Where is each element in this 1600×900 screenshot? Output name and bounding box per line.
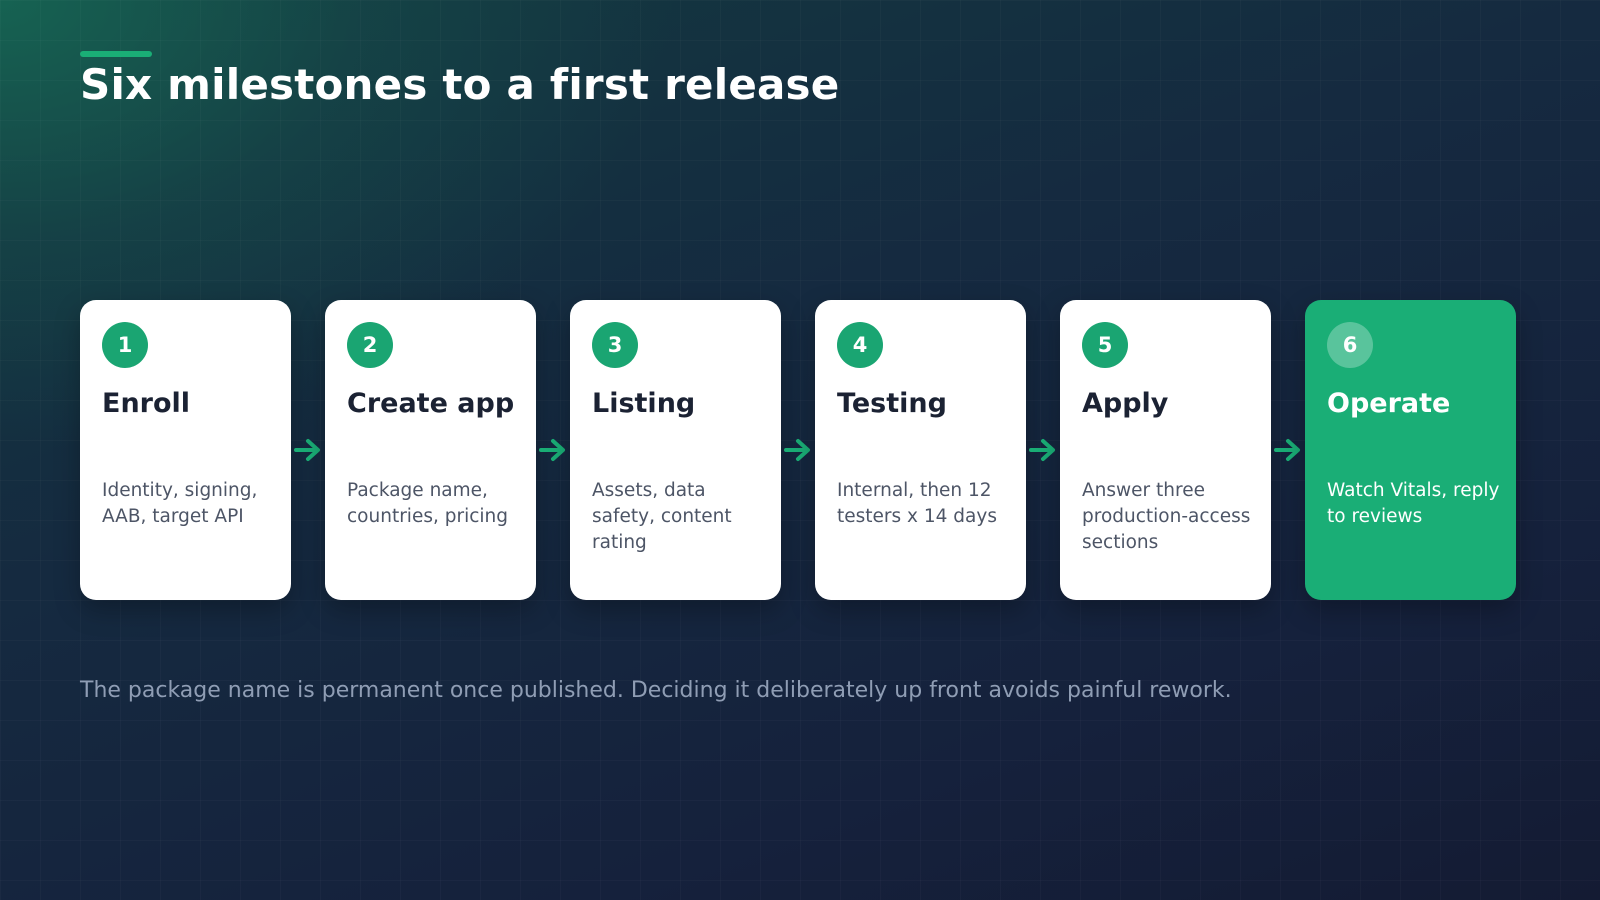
step-card-operate: 6 Operate Watch Vitals, reply to reviews (1305, 300, 1516, 600)
step-description: Package name, countries, pricing (347, 480, 508, 527)
step-card-enroll: 1 Enroll Identity, signing, AAB, target … (80, 300, 291, 600)
step-number-badge: 4 (837, 322, 883, 368)
step-title: Enroll (102, 388, 191, 419)
arrow-right-icon (1273, 434, 1303, 466)
milestone-flow: 1 Enroll Identity, signing, AAB, target … (80, 300, 1516, 600)
step-number-badge: 5 (1082, 322, 1128, 368)
step-title: Apply (1082, 388, 1169, 419)
arrow-right-icon (293, 434, 323, 466)
step-number-badge: 1 (102, 322, 148, 368)
step-title: Testing (837, 388, 947, 419)
step-number-badge: 6 (1327, 322, 1373, 368)
arrow-right-icon (783, 434, 813, 466)
step-number-badge: 2 (347, 322, 393, 368)
step-card-create-app: 2 Create app Package name, countries, pr… (325, 300, 536, 600)
step-title: Operate (1327, 388, 1451, 419)
footnote: The package name is permanent once publi… (80, 678, 1232, 703)
step-number-badge: 3 (592, 322, 638, 368)
step-card-listing: 3 Listing Assets, data safety, content r… (570, 300, 781, 600)
arrow-right-icon (1028, 434, 1058, 466)
step-description: Internal, then 12 testers x 14 days (837, 480, 997, 527)
step-description: Identity, signing, AAB, target API (102, 480, 258, 527)
step-card-apply: 5 Apply Answer three production-access s… (1060, 300, 1271, 600)
title-accent-bar (80, 51, 152, 57)
step-card-testing: 4 Testing Internal, then 12 testers x 14… (815, 300, 1026, 600)
step-title: Listing (592, 388, 696, 419)
step-title: Create app (347, 388, 515, 419)
step-description: Answer three production-access sections (1082, 480, 1251, 553)
slide-title: Six milestones to a first release (80, 60, 840, 109)
arrow-right-icon (538, 434, 568, 466)
step-description: Assets, data safety, content rating (592, 480, 732, 553)
step-description: Watch Vitals, reply to reviews (1327, 480, 1500, 527)
